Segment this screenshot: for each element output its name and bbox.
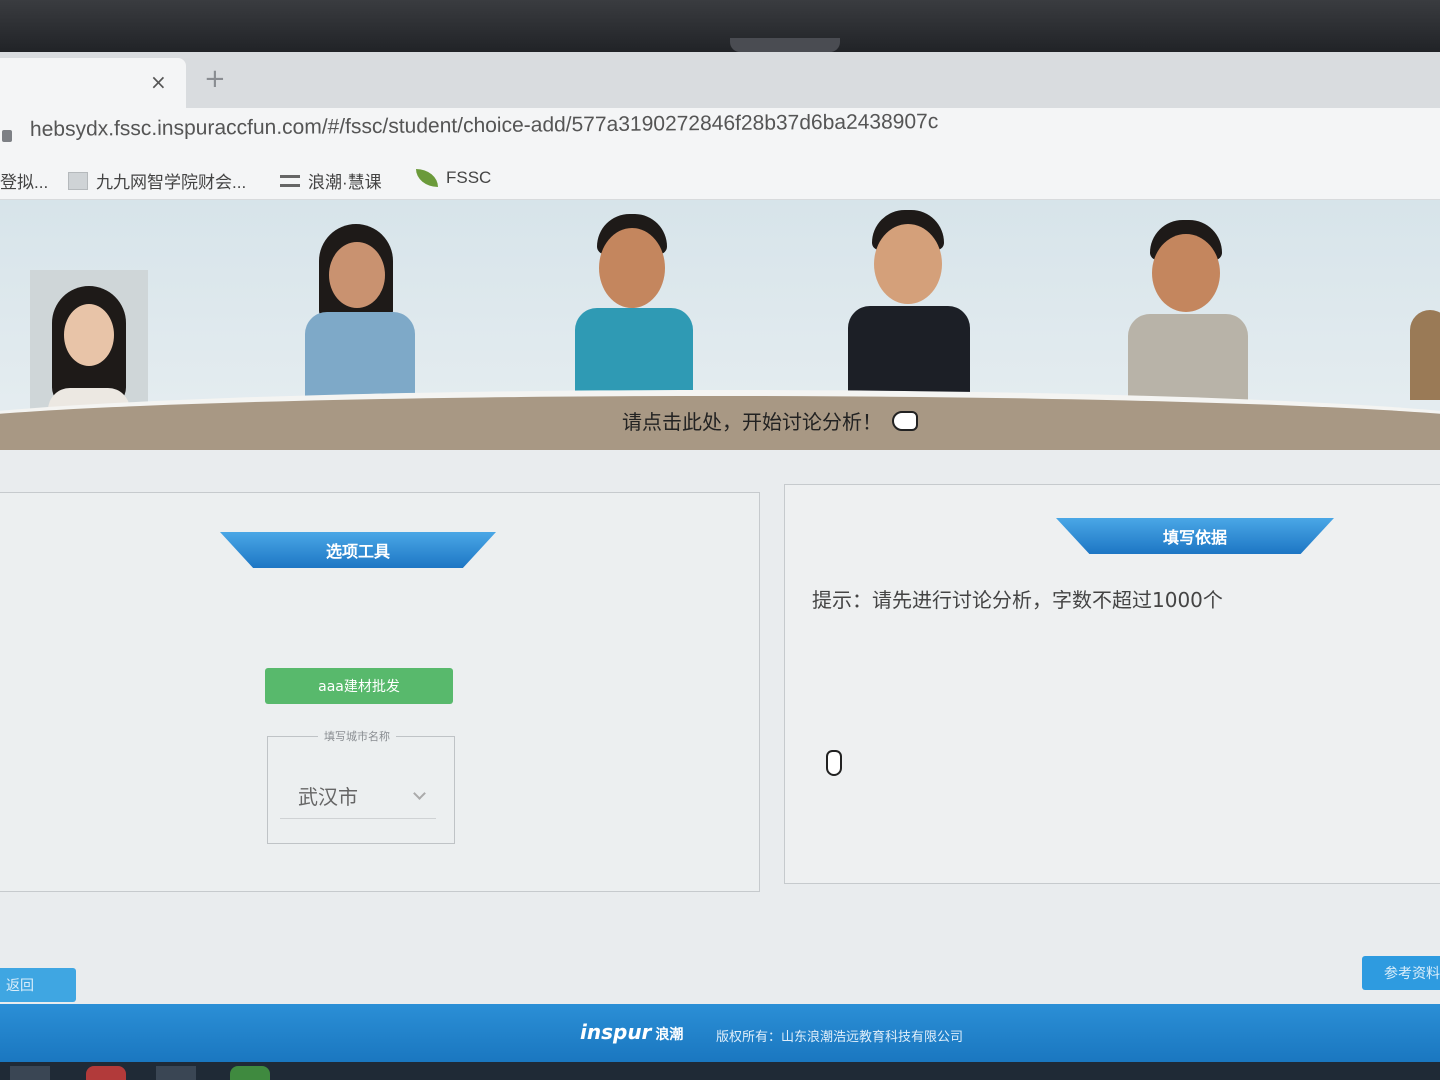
avatar	[848, 210, 970, 400]
city-legend: 填写城市名称	[318, 728, 396, 744]
browser-tab[interactable]: ×	[0, 58, 186, 108]
hand-cursor-icon	[826, 750, 842, 776]
pointing-hand-icon	[892, 410, 918, 431]
close-icon[interactable]: ×	[150, 70, 167, 94]
bookmark-label: 九九网智学院财会...	[96, 173, 247, 192]
site-favicon-icon	[68, 171, 88, 190]
company-option-button[interactable]: aaa建材批发	[265, 668, 453, 704]
city-select[interactable]: 武汉市	[280, 773, 436, 819]
bookmark-label: 浪潮·慧课	[308, 173, 382, 192]
monitor-bezel	[0, 0, 1440, 58]
avatar	[305, 224, 415, 400]
bookmark-item[interactable]: FSSC	[416, 168, 491, 188]
options-tools-title: 选项工具	[220, 532, 496, 568]
bookmark-item[interactable]: 九九网智学院财会...	[68, 168, 246, 193]
start-discussion-link[interactable]: 请点击此处，开始讨论分析！	[622, 406, 918, 435]
bookmarks-bar: 登拟... 九九网智学院财会... 浪潮·慧课 FSSC	[0, 160, 1440, 200]
lock-icon[interactable]	[2, 130, 12, 142]
bookmark-label: 登拟...	[0, 173, 49, 192]
screen: × + hebsydx.fssc.inspuraccfun.com/#/fssc…	[0, 52, 1440, 1062]
webcam-notch	[730, 38, 840, 52]
city-fieldset: 填写城市名称 武汉市	[267, 728, 455, 844]
tab-strip: × +	[0, 52, 1440, 108]
copyright-text: 版权所有：山东浪潮浩远教育科技有限公司	[716, 1030, 964, 1045]
address-bar[interactable]: hebsydx.fssc.inspuraccfun.com/#/fssc/stu…	[0, 108, 1440, 160]
taskbar-item[interactable]	[86, 1066, 126, 1080]
taskbar-item[interactable]	[10, 1066, 50, 1080]
footer: inspur 浪潮 版权所有：山东浪潮浩远教育科技有限公司	[0, 1004, 1440, 1062]
menu-lines-icon	[280, 174, 300, 187]
new-tab-icon[interactable]: +	[204, 64, 226, 94]
bookmark-item[interactable]: 浪潮·慧课	[280, 168, 382, 193]
back-button[interactable]: 返回	[0, 968, 76, 1002]
inspur-logo: inspur 浪潮	[580, 1020, 684, 1044]
fill-basis-title: 填写依据	[1056, 518, 1334, 554]
taskbar	[0, 1062, 1440, 1080]
chevron-down-icon	[413, 787, 426, 800]
discussion-label: 请点击此处，开始讨论分析！	[622, 410, 882, 434]
discussion-banner: 请点击此处，开始讨论分析！	[0, 200, 1440, 450]
bookmark-label: FSSC	[446, 168, 492, 187]
reference-button[interactable]: 参考资料	[1362, 956, 1440, 990]
avatar	[1410, 230, 1440, 400]
taskbar-item[interactable]	[230, 1066, 270, 1080]
basis-hint[interactable]: 提示：请先进行讨论分析，字数不超过1000个	[812, 584, 1223, 613]
city-value: 武汉市	[298, 785, 358, 809]
avatar	[1128, 220, 1248, 400]
avatar	[575, 214, 693, 400]
url-text[interactable]: hebsydx.fssc.inspuraccfun.com/#/fssc/stu…	[30, 110, 938, 142]
main-content: 选项工具 填写依据 aaa建材批发 填写城市名称 武汉市 提示：请先进行讨论分析…	[0, 450, 1440, 1010]
taskbar-item[interactable]	[156, 1066, 196, 1080]
leaf-icon	[416, 169, 438, 187]
bookmark-item[interactable]: 登拟...	[0, 168, 48, 193]
